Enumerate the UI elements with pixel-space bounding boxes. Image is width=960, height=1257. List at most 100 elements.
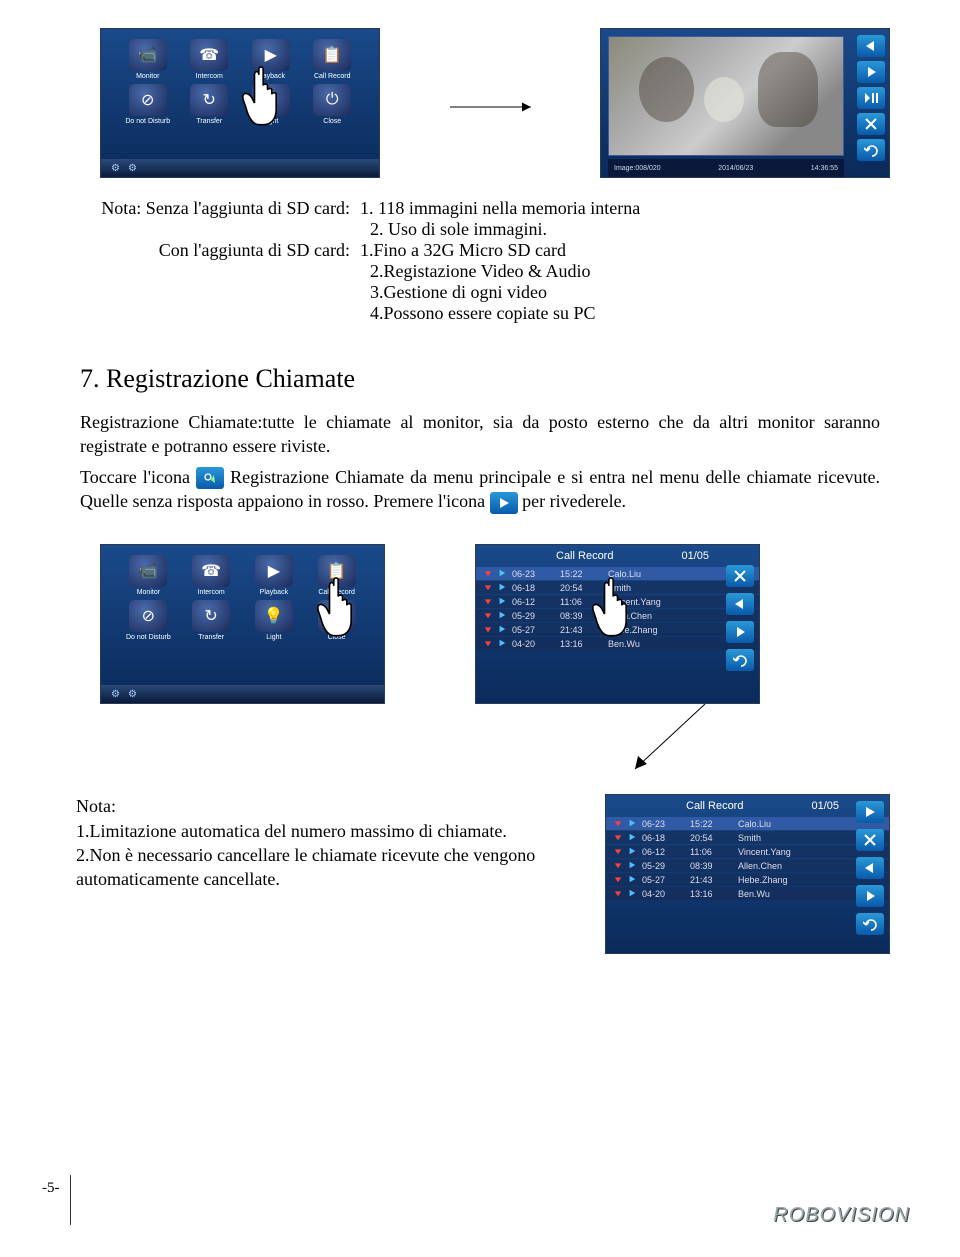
menu-light[interactable]: 💡Light [242, 84, 300, 125]
back-button[interactable] [857, 139, 885, 161]
menu-light[interactable]: 💡 Light [245, 600, 304, 641]
menu-transfer[interactable]: ↻Transfer [181, 84, 239, 125]
diagonal-arrow [0, 704, 960, 774]
call-record-row[interactable]: 06-1211:06Vincent.Yang [476, 595, 759, 608]
play-marker-icon [498, 597, 506, 607]
call-time: 08:39 [690, 861, 732, 871]
section-7-para1: Registrazione Chiamate:tutte le chiamate… [0, 404, 960, 459]
call-record-row[interactable]: 05-2908:39Allen.Chen [476, 609, 759, 622]
label: Intercom [198, 589, 225, 596]
record-icon: 📋 [318, 555, 356, 587]
play-pause-button[interactable] [857, 87, 885, 109]
call-record-row[interactable]: 04-2013:16Ben.Wu [606, 887, 889, 900]
prev-button[interactable] [726, 593, 754, 615]
menu-intercom[interactable]: ☎Intercom [182, 555, 241, 596]
incoming-icon [614, 861, 622, 871]
image-time: 14:36:55 [811, 165, 838, 172]
call-record-row[interactable]: 06-1820:54Smith [606, 831, 889, 844]
call-record-title: Call Record [686, 800, 743, 812]
note-lhs: Con l'aggiunta di SD card: [80, 240, 360, 261]
menu-intercom[interactable]: ☎Intercom [181, 39, 239, 80]
main-menu-panel-playback: 📹Monitor ☎Intercom ▶Playback 📋Call Recor… [100, 28, 380, 178]
image-info-strip: Image:008/020 2014/06/23 14:36:55 [608, 159, 844, 177]
play-button[interactable] [856, 801, 884, 823]
call-time: 20:54 [690, 833, 732, 843]
image-date: 2014/06/23 [718, 165, 753, 172]
delete-button[interactable] [726, 565, 754, 587]
incoming-icon [614, 833, 622, 843]
call-time: 21:43 [560, 625, 602, 635]
phone-icon: ☎ [190, 39, 228, 71]
gear-icon[interactable]: ⚙ [111, 163, 120, 174]
delete-button[interactable] [857, 113, 885, 135]
call-time: 11:06 [690, 847, 732, 857]
menu-callrecord[interactable]: 📋Call Record [304, 39, 362, 80]
call-record-row[interactable]: 06-2315:22Calo.Liu [606, 817, 889, 830]
light-icon: 💡 [255, 600, 293, 632]
incoming-icon [614, 847, 622, 857]
menu-transfer[interactable]: ↻Transfer [182, 600, 241, 641]
call-record-row[interactable]: 05-2908:39Allen.Chen [606, 859, 889, 872]
call-date: 05-27 [642, 875, 684, 885]
gear-icon[interactable]: ⚙ [111, 689, 120, 700]
call-date: 06-18 [512, 583, 554, 593]
incoming-icon [484, 569, 492, 579]
transfer-icon: ↻ [190, 84, 228, 116]
call-record-row[interactable]: 06-1820:54Smith [476, 581, 759, 594]
menu-close[interactable]: ⏻Close [304, 84, 362, 125]
note-rhs: 1.Fino a 32G Micro SD card [360, 240, 566, 261]
menu-playback[interactable]: ▶Playback [245, 555, 304, 596]
call-record-row[interactable]: 05-2721:43Hebe.Zhang [476, 623, 759, 636]
note-rhs: 1. 118 immagini nella memoria interna [360, 198, 640, 219]
note-lhs: Nota: Senza l'aggiunta di SD card: [80, 198, 360, 219]
prev-button[interactable] [857, 35, 885, 57]
gear-icon[interactable]: ⚙ [128, 689, 137, 700]
next-button[interactable] [857, 61, 885, 83]
divider [70, 1175, 71, 1225]
menu-close[interactable]: ⏻Close [307, 600, 366, 641]
gear-icon[interactable]: ⚙ [128, 163, 137, 174]
label: Monitor [137, 589, 160, 596]
call-record-row[interactable]: 05-2721:43Hebe.Zhang [606, 873, 889, 886]
note-heading: Nota: [76, 794, 575, 818]
delete-button[interactable] [856, 829, 884, 851]
play-icon: ▶ [252, 39, 290, 71]
call-time: 21:43 [690, 875, 732, 885]
play-marker-icon [498, 569, 506, 579]
play-marker-icon [498, 639, 506, 649]
back-button[interactable] [726, 649, 754, 671]
call-date: 05-29 [642, 861, 684, 871]
play-marker-icon [498, 583, 506, 593]
incoming-icon [614, 819, 622, 829]
label: Close [323, 118, 341, 125]
call-date: 06-18 [642, 833, 684, 843]
incoming-icon [614, 875, 622, 885]
call-time: 11:06 [560, 597, 602, 607]
label: Call Record [318, 589, 355, 596]
menu-monitor[interactable]: 📹Monitor [119, 555, 178, 596]
call-record-icon [196, 467, 224, 489]
bottom-bar: ⚙ ⚙ [101, 685, 384, 703]
prev-button[interactable] [856, 857, 884, 879]
call-record-row[interactable]: 04-2013:16Ben.Wu [476, 637, 759, 650]
robovision-logo: ROBOVISION [773, 1204, 910, 1227]
next-button[interactable] [726, 621, 754, 643]
record-icon: 📋 [313, 39, 351, 71]
menu-dnd[interactable]: ⊘Do not Disturb [119, 600, 178, 641]
incoming-icon [484, 625, 492, 635]
menu-dnd[interactable]: ⊘Do not Disturb [119, 84, 177, 125]
menu-playback[interactable]: ▶Playback [242, 39, 300, 80]
section-7-para2: Toccare l'icona Registrazione Chiamate d… [0, 459, 960, 515]
menu-callrecord[interactable]: 📋 Call Record [307, 555, 366, 596]
play-marker-icon [498, 611, 506, 621]
label: Do not Disturb [125, 118, 170, 125]
call-record-row[interactable]: 06-2315:22Calo.Liu [476, 567, 759, 580]
call-date: 06-23 [512, 569, 554, 579]
call-record-row[interactable]: 06-1211:06Vincent.Yang [606, 845, 889, 858]
transfer-icon: ↻ [192, 600, 230, 632]
back-button[interactable] [856, 913, 884, 935]
text: Toccare l'icona [80, 467, 190, 487]
menu-monitor[interactable]: 📹Monitor [119, 39, 177, 80]
label: Light [266, 634, 281, 641]
next-button[interactable] [856, 885, 884, 907]
